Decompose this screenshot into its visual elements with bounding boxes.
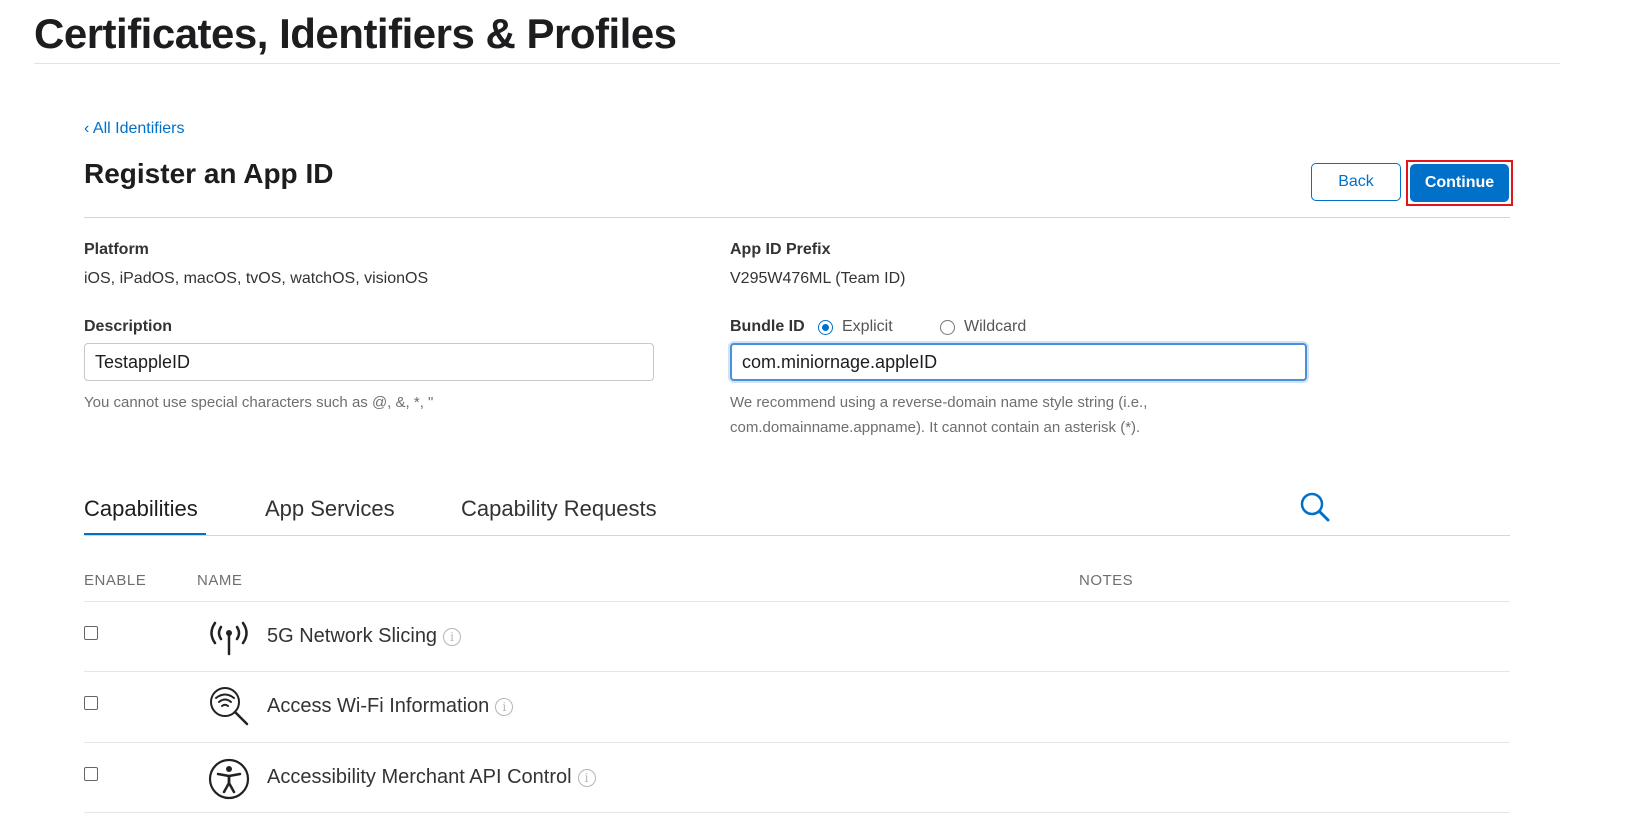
antenna-icon	[207, 617, 251, 662]
tab-app-services[interactable]: App Services	[265, 496, 395, 522]
bundle-id-hint-line2: com.domainname.appname). It cannot conta…	[730, 419, 1141, 436]
tabs-divider	[84, 535, 1510, 536]
page-title: Certificates, Identifiers & Profiles	[34, 10, 677, 57]
enable-checkbox[interactable]	[84, 767, 98, 781]
section-title: Register an App ID	[84, 158, 334, 189]
bundle-wildcard-option[interactable]: Wildcard	[940, 318, 1026, 336]
bundle-id-hint: We recommend using a reverse-domain name…	[730, 390, 1147, 440]
wildcard-radio[interactable]	[940, 319, 955, 335]
capability-name-label: Access Wi-Fi Information	[267, 695, 490, 717]
wildcard-radio-label: Wildcard	[964, 318, 1027, 335]
tab-capability-requests[interactable]: Capability Requests	[461, 496, 657, 522]
capability-name: Access Wi-Fi Information i	[267, 695, 514, 718]
description-input[interactable]	[84, 343, 654, 381]
search-icon[interactable]	[1299, 491, 1331, 528]
description-hint: You cannot use special characters such a…	[84, 394, 434, 411]
info-icon[interactable]: i	[443, 627, 462, 646]
enable-checkbox[interactable]	[84, 696, 98, 710]
explicit-radio[interactable]	[818, 319, 833, 335]
continue-button[interactable]: Continue	[1410, 164, 1509, 202]
bundle-id-hint-line1: We recommend using a reverse-domain name…	[730, 394, 1148, 411]
info-icon[interactable]: i	[495, 697, 514, 716]
explicit-radio-label: Explicit	[842, 318, 893, 335]
back-button[interactable]: Back	[1311, 163, 1401, 201]
row-divider	[84, 812, 1510, 813]
bundle-id-label: Bundle ID	[730, 318, 805, 335]
header-divider	[84, 601, 1510, 602]
capability-name-label: Accessibility Merchant API Control	[267, 766, 572, 788]
bundle-id-input[interactable]	[730, 343, 1307, 381]
app-id-prefix-value: V295W476ML (Team ID)	[730, 270, 906, 287]
platform-value: iOS, iPadOS, macOS, tvOS, watchOS, visio…	[84, 270, 429, 287]
platform-label: Platform	[84, 241, 149, 258]
capability-name-label: 5G Network Slicing	[267, 625, 438, 647]
title-divider	[34, 63, 1560, 64]
all-identifiers-link[interactable]: ‹ All Identifiers	[84, 120, 184, 138]
accessibility-icon	[207, 757, 251, 806]
info-icon[interactable]: i	[577, 768, 596, 787]
column-header-name: NAME	[197, 572, 243, 589]
bundle-explicit-option[interactable]: Explicit	[818, 318, 893, 336]
column-header-notes: NOTES	[1079, 572, 1134, 589]
description-label: Description	[84, 318, 173, 335]
row-divider	[84, 671, 1510, 672]
capability-name: 5G Network Slicing i	[267, 625, 462, 648]
section-divider	[84, 217, 1510, 218]
row-divider	[84, 742, 1510, 743]
column-header-enable: ENABLE	[84, 572, 147, 589]
app-id-prefix-label: App ID Prefix	[730, 241, 831, 258]
tab-capabilities[interactable]: Capabilities	[84, 496, 198, 522]
enable-checkbox[interactable]	[84, 626, 98, 640]
capability-name: Accessibility Merchant API Control i	[267, 766, 596, 789]
wifi-search-icon	[207, 685, 251, 732]
